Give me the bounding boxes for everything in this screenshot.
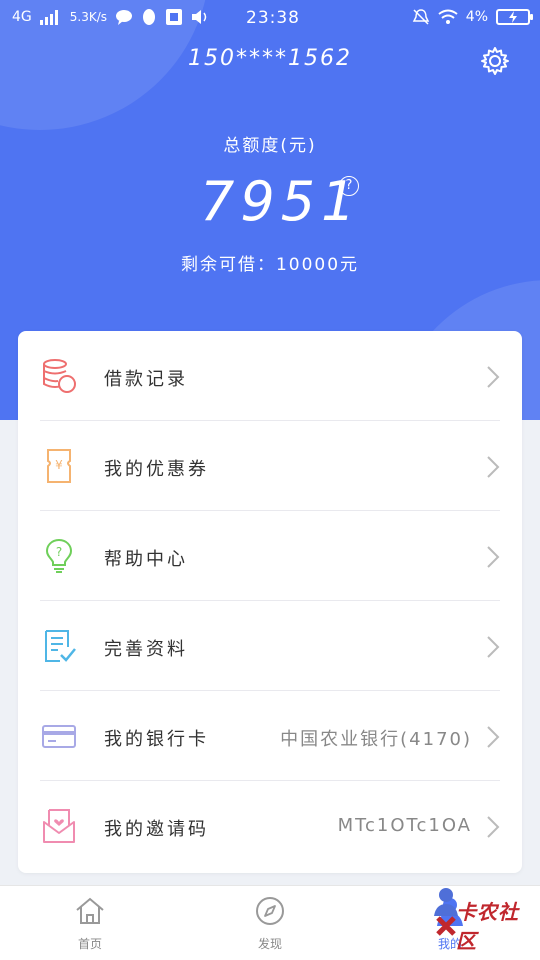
battery-percent: 4% [465, 9, 488, 25]
bank-card-icon [42, 725, 76, 748]
signal-icon [39, 10, 58, 25]
status-bar: 4G 5.3K/s 23:38 4% [0, 0, 540, 36]
menu-item-bank-card[interactable]: 我的银行卡 中国农业银行(4170) [18, 691, 522, 781]
chevron-right-icon [487, 366, 500, 388]
menu-item-coupons[interactable]: ¥ 我的优惠券 [18, 421, 522, 511]
menu-item-label: 我的银行卡 [104, 729, 209, 750]
volume-icon [192, 10, 207, 24]
network-speed: 5.3K/s [69, 10, 108, 24]
clock: 23:38 [246, 8, 300, 28]
battery-icon [496, 9, 533, 25]
menu-card: 借款记录 ¥ 我的优惠券 ? 帮助中心 完善资料 我的银行卡 中国农业银行(41… [18, 331, 522, 873]
network-type: 4G [12, 9, 32, 25]
menu-item-value: MTc1OTc1OA [337, 815, 472, 836]
chevron-right-icon [487, 726, 500, 748]
compass-icon [256, 897, 284, 925]
phone-number: 150****1562 [188, 46, 352, 71]
wifi-icon [438, 9, 458, 24]
document-check-icon [45, 630, 76, 662]
menu-item-label: 帮助中心 [104, 549, 188, 570]
chevron-right-icon [487, 816, 500, 838]
menu-item-label: 我的优惠券 [104, 459, 209, 480]
menu-item-label: 我的邀请码 [104, 819, 209, 840]
chevron-right-icon [487, 636, 500, 658]
alarm-off-icon [412, 9, 429, 25]
remaining-credit: 剩余可借：10000元 [180, 255, 360, 275]
question-circle-icon[interactable]: ? [339, 176, 359, 196]
app-badge-icon [166, 9, 183, 25]
menu-item-loan-records[interactable]: 借款记录 [18, 331, 522, 421]
tab-label: 首页 [77, 937, 102, 951]
tab-label: 发现 [257, 937, 282, 951]
tab-discover[interactable]: 发现 [210, 886, 330, 960]
lightbulb-icon: ? [45, 538, 73, 573]
menu-item-help-center[interactable]: ? 帮助中心 [18, 511, 522, 601]
chevron-right-icon [487, 546, 500, 568]
total-credit-label: 总额度(元) [223, 136, 317, 156]
coins-icon [43, 359, 76, 393]
menu-item-invite-code[interactable]: 我的邀请码 MTc1OTc1OA [18, 781, 522, 871]
svg-text:?: ? [56, 545, 62, 559]
home-icon [76, 897, 104, 924]
penguin-icon [143, 9, 156, 25]
menu-item-label: 完善资料 [104, 639, 188, 660]
menu-item-label: 借款记录 [104, 369, 188, 390]
watermark-text: 卡农社区 [456, 900, 519, 953]
svg-text:¥: ¥ [55, 458, 63, 472]
invite-envelope-icon [43, 809, 75, 843]
coupon-icon: ¥ [47, 449, 71, 483]
chevron-right-icon [487, 456, 500, 478]
menu-item-complete-profile[interactable]: 完善资料 [18, 601, 522, 691]
settings-gear-icon[interactable] [480, 46, 510, 76]
menu-item-value: 中国农业银行(4170) [280, 729, 472, 750]
tab-home[interactable]: 首页 [30, 886, 150, 960]
total-credit-amount: 7951 [200, 170, 362, 233]
community-watermark: 卡农社区 [432, 878, 532, 953]
chat-icon [116, 10, 133, 25]
